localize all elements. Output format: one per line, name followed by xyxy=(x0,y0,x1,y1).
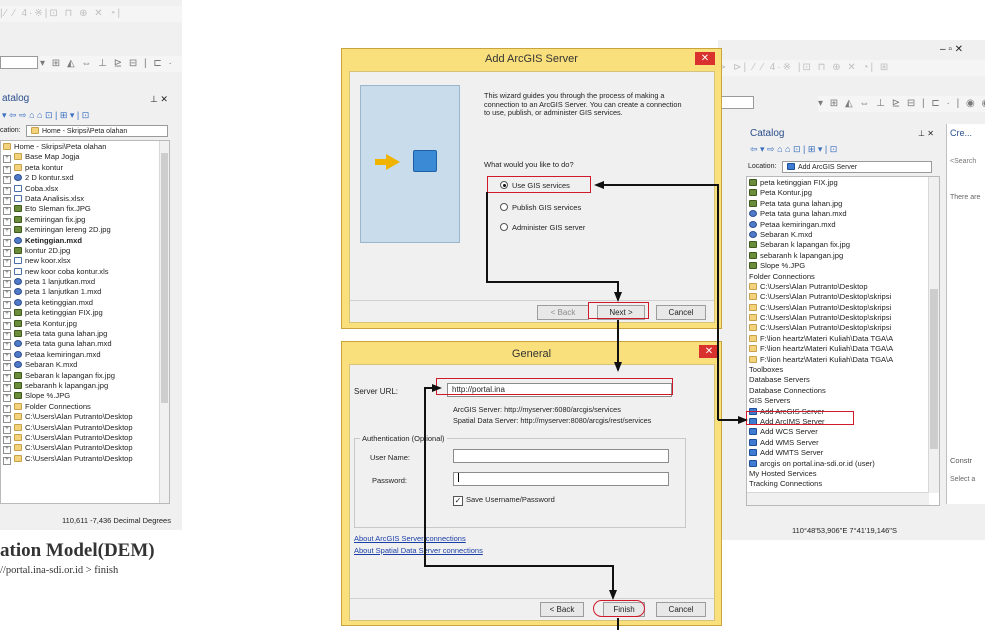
arrow-catalog-to-use-gis xyxy=(600,184,719,420)
arrowhead-general xyxy=(614,362,622,372)
arrowhead-url xyxy=(432,384,442,392)
arrowhead-use-gis xyxy=(594,181,604,189)
arrow-use-gis-to-next xyxy=(486,192,619,300)
arrowhead-next xyxy=(614,292,622,302)
arrowhead-add-arcgis xyxy=(738,416,748,424)
arrowhead-finish xyxy=(609,590,617,600)
arrow-server-url-to-gis-servers xyxy=(424,387,614,598)
annotation-arrows xyxy=(424,181,748,630)
